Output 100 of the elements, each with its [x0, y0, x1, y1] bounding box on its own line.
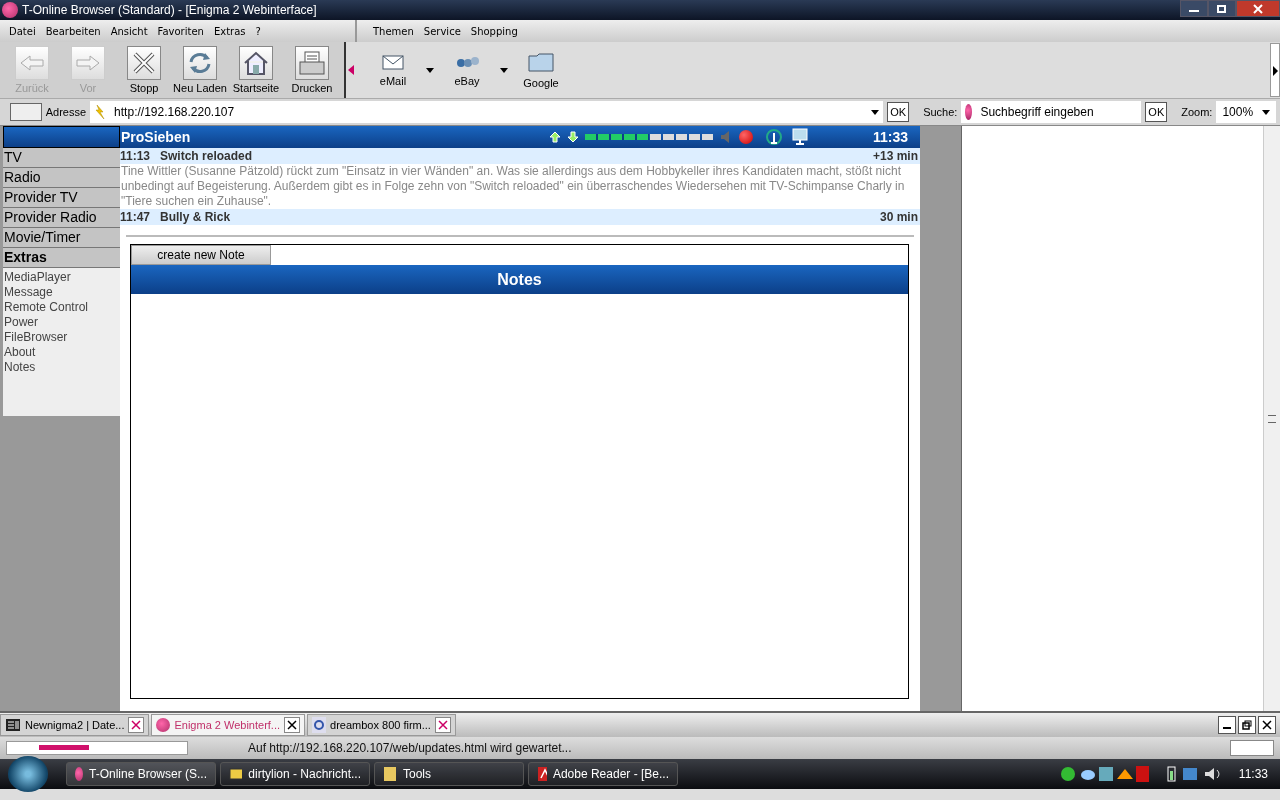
close-tab-icon[interactable] [284, 717, 301, 733]
submenu-link[interactable]: Remote Control [4, 300, 119, 315]
taskbar-button[interactable]: T-Online Browser (S... [66, 762, 216, 786]
menu-item[interactable]: Datei [9, 25, 36, 37]
portal-button[interactable]: Google [510, 51, 572, 89]
minimize-icon [1223, 727, 1231, 729]
dropdown-caret-icon[interactable] [500, 67, 508, 73]
browser-tab[interactable]: Enigma 2 Webinterf... [151, 714, 306, 736]
dropdown-caret-icon[interactable] [426, 67, 434, 73]
notes-header: Notes [131, 265, 908, 294]
portal-button[interactable]: eBay [436, 53, 498, 87]
minimize-button[interactable] [1218, 716, 1236, 734]
scroll-right-icon[interactable] [1270, 43, 1280, 97]
ok-button[interactable]: OK [887, 102, 910, 122]
menu-item[interactable]: Themen [373, 25, 414, 37]
epg-duration: +13 min [872, 149, 918, 163]
sidebar-item[interactable]: Provider Radio [3, 208, 120, 228]
epg-duration: 30 min [880, 210, 918, 224]
taskbar-button[interactable]: Adobe Reader - [Be... [528, 762, 678, 786]
sidebar-item[interactable]: Extras [3, 248, 120, 268]
menu-item[interactable]: Favoriten [157, 25, 204, 37]
record-icon[interactable] [738, 130, 753, 144]
sidebar-item[interactable]: Provider TV [3, 188, 120, 208]
create-note-button[interactable]: create new Note [131, 245, 271, 265]
dropdown-caret-icon[interactable] [871, 109, 880, 115]
right-arrow-icon [75, 53, 101, 73]
left-arrow-icon [19, 53, 45, 73]
sidebar-item[interactable]: TV [3, 148, 120, 168]
submenu-link[interactable]: Notes [4, 360, 119, 375]
clock-time: 11:33 [872, 129, 908, 145]
browser-logo-icon [2, 2, 18, 18]
ok-button[interactable]: OK [1145, 102, 1168, 122]
restore-icon [1216, 3, 1228, 14]
submenu-link[interactable]: Power [4, 315, 119, 330]
address-label: Adresse [45, 106, 87, 118]
pdf-icon [537, 766, 547, 782]
address-field[interactable]: http://192.168.220.107 [90, 101, 884, 123]
cross-icon [131, 50, 157, 76]
start-button[interactable] [8, 756, 48, 792]
sidebar-item[interactable]: Movie/Timer [3, 228, 120, 248]
mail-icon [229, 767, 243, 781]
restore-icon [1242, 720, 1252, 730]
menu-item[interactable]: Extras [213, 25, 246, 37]
globe-icon [965, 104, 973, 120]
lightning-icon [94, 104, 107, 120]
menu-item[interactable]: ? [255, 25, 261, 37]
restore-button[interactable] [1238, 716, 1256, 734]
zoom-select[interactable]: 100% [1216, 101, 1276, 123]
toolbar-button[interactable]: Startseite [230, 46, 282, 94]
submenu-link[interactable]: Message [4, 285, 119, 300]
channel-name: ProSieben [121, 129, 191, 145]
epg-time: 11:47 [120, 210, 151, 224]
monitor-icon[interactable] [790, 128, 809, 146]
submenu-link[interactable]: MediaPlayer [4, 270, 119, 285]
list-icon [5, 718, 21, 732]
search-field[interactable]: Suchbegriff eingeben [961, 101, 1142, 123]
close-icon [1252, 3, 1264, 14]
submenu-link[interactable]: About [4, 345, 119, 360]
folder-icon [527, 51, 555, 73]
taskbar-clock: 11:33 [1238, 767, 1268, 781]
down-arrow-icon[interactable] [566, 131, 579, 143]
menu-item[interactable]: Bearbeiten [45, 25, 101, 37]
browser-tab[interactable]: dreambox 800 firm... [307, 714, 456, 736]
scrollbar[interactable] [1263, 126, 1280, 711]
toolbar-button[interactable]: Stopp [118, 46, 170, 94]
url-text: http://192.168.220.107 [114, 105, 236, 119]
antenna-icon[interactable] [764, 128, 783, 146]
taskbar-button[interactable]: Tools [374, 762, 524, 786]
printer-icon [298, 50, 326, 76]
envelope-icon [381, 53, 405, 71]
epg-time: 11:13 [120, 149, 151, 163]
status-field [1230, 740, 1274, 756]
menu-item[interactable]: Ansicht [110, 25, 148, 37]
toolbar-button[interactable]: Drucken [286, 46, 338, 94]
up-arrow-icon[interactable] [548, 131, 561, 143]
close-icon [1262, 720, 1272, 730]
folder-icon [383, 766, 397, 782]
sidebar-item[interactable]: Radio [3, 168, 120, 188]
house-icon [242, 50, 270, 76]
window-title: T-Online Browser (Standard) - [Enigma 2 Webinterface] [22, 3, 317, 17]
submenu-link[interactable]: FileBrowser [4, 330, 119, 345]
close-button[interactable] [1236, 0, 1280, 17]
status-text: Auf http://192.168.220.107/web/updates.html wird gewartet... [248, 741, 572, 755]
menu-item[interactable]: Service [423, 25, 461, 37]
collapse-arrow-icon[interactable] [348, 65, 354, 75]
search-label: Suche: [923, 106, 958, 118]
browser-tab[interactable]: Newnigma2 | Date... [0, 714, 150, 736]
taskbar-button[interactable]: dirtylion - Nachricht... [220, 762, 370, 786]
browser-logo-icon [156, 718, 171, 732]
restore-button[interactable] [1208, 0, 1236, 17]
menu-item[interactable]: Shopping [470, 25, 518, 37]
toolbar-button[interactable]: Neu Laden [174, 46, 226, 94]
zoom-label: Zoom: [1181, 106, 1213, 118]
epg-title[interactable]: Bully & Rick [160, 210, 231, 224]
epg-title[interactable]: Switch reloaded [160, 149, 253, 163]
minimize-button[interactable] [1180, 0, 1208, 17]
portal-button[interactable]: eMail [362, 53, 424, 87]
browser-logo-icon [75, 767, 83, 781]
epg-description: Tine Wittler (Susanne Pätzold) rückt zum "Einsatz in vier Wänden" an. Was sie allerdings aus dem Hobbykeller ihres Kandidaten macht, stößt nicht unbedingt auf Begeisterung. Außerdem gibt es in Folge zehn von "Switch reloaded" ein überraschendes Wiedersehen mit TV-Schimpanse Charly in "Tiere suchen ein Zuhause". [120, 164, 906, 209]
close-button[interactable] [1258, 716, 1276, 734]
